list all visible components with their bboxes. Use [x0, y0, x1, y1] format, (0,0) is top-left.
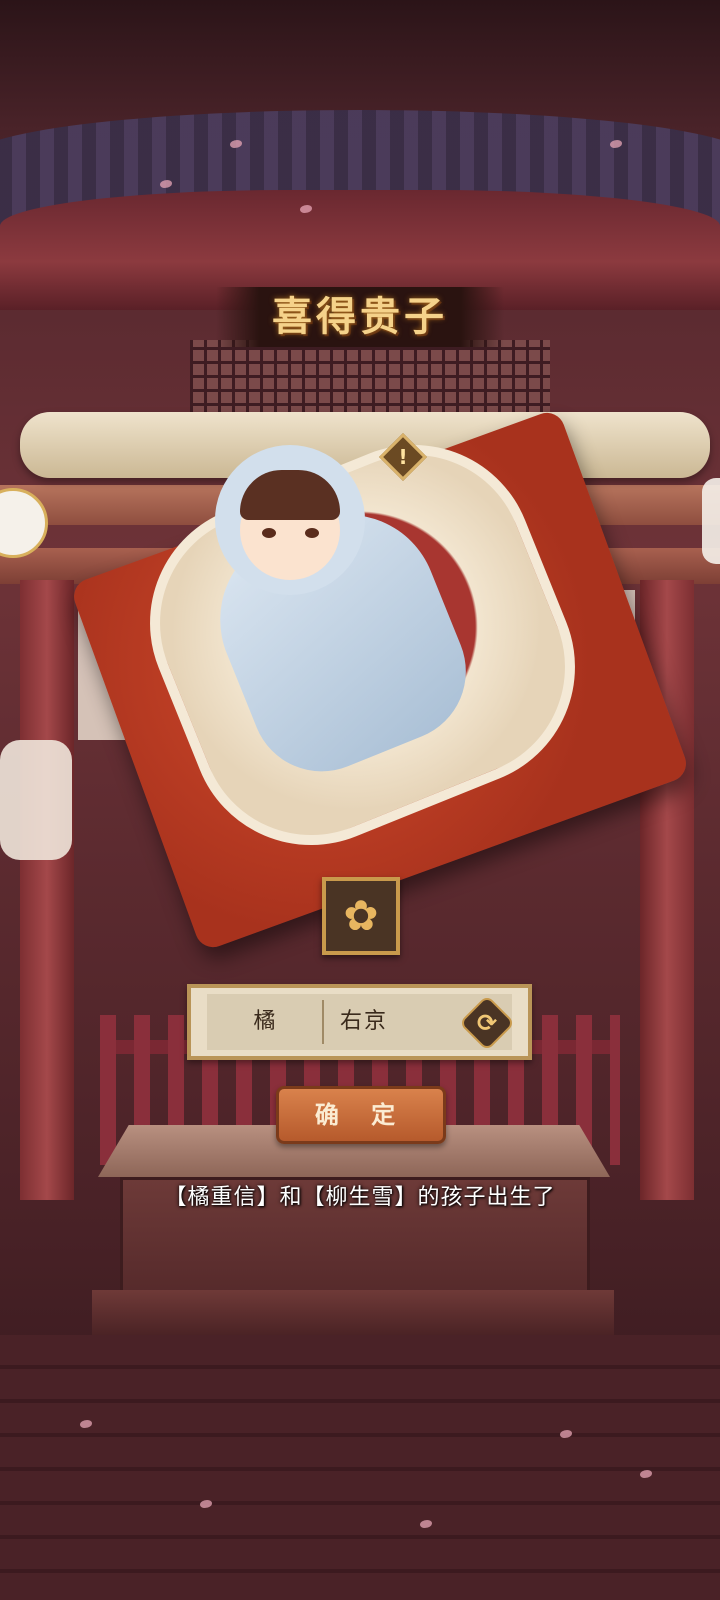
birth-message: 【橘重信】和【柳生雪】的孩子出生了: [164, 1185, 556, 1210]
pillar-left: [20, 580, 74, 1200]
baby-eye-right: [305, 528, 319, 538]
surname-label: 橘: [253, 1009, 276, 1034]
exclamation-glyph: !: [398, 445, 408, 469]
floor: [0, 1335, 720, 1600]
altar-base: [92, 1290, 614, 1335]
given-name-input[interactable]: 右京: [340, 994, 460, 1050]
scene: 喜得贵子 ! ✿ 橘 右京 ⟳ 确 定 【橘重信】和【柳生雪】的孩子出生了: [0, 0, 720, 1600]
lattice-window: [190, 340, 550, 420]
paper-lantern: [0, 740, 72, 860]
refresh-icon: ⟳: [476, 1009, 498, 1037]
confirm-button[interactable]: 确 定: [276, 1086, 446, 1144]
crest-flower-glyph: ✿: [343, 891, 379, 940]
side-tab[interactable]: [702, 478, 720, 564]
baby-eye-left: [262, 528, 276, 538]
page-title: 喜得贵子: [272, 293, 448, 340]
name-divider: [322, 1000, 324, 1044]
